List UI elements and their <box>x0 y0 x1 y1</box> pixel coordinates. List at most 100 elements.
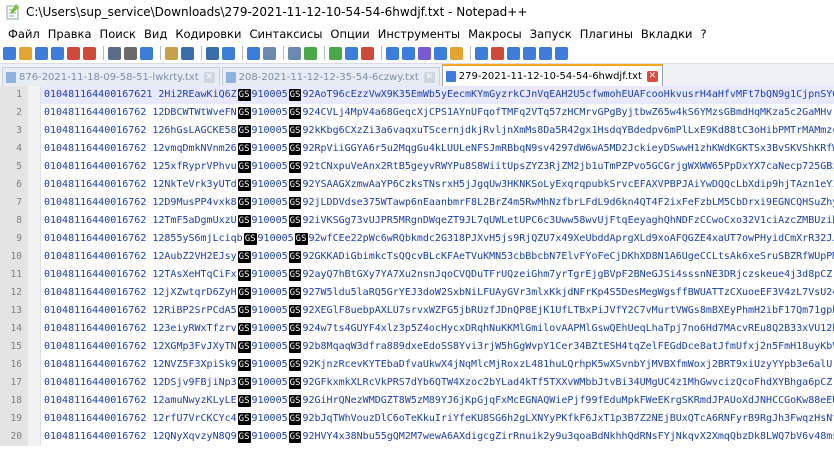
tab-0[interactable]: 876-2021-11-18-09-58-51-lwkrty.txt ✕ <box>2 67 220 86</box>
menu-item-11[interactable]: Вкладки <box>637 27 697 41</box>
editor-line[interactable]: 12 01048116440016762 12jXZwtqrD6ZyH GS 9100… <box>0 284 834 302</box>
toolbar-separator <box>160 46 161 60</box>
editor-line[interactable]: 16 01048116440016762 12NVZ5F3XpiSk9 GS 9100… <box>0 356 834 374</box>
play-multi-icon[interactable] <box>539 46 552 60</box>
code-text: 92iVKSGg73vUJPR5MRgnDWqeZT9JL7qUWLetUPC6… <box>302 215 834 226</box>
code-text: 910005 <box>251 269 288 280</box>
sync-v-icon[interactable] <box>304 46 317 60</box>
menu-item-5[interactable]: Синтаксисы <box>245 27 326 41</box>
editor-line[interactable]: 3 01048116440016762 126hGsLAGCKE58 GS 91000… <box>0 122 834 140</box>
line-number: 9 <box>0 230 28 248</box>
fold-margin <box>28 194 41 212</box>
paste-icon[interactable] <box>165 46 178 60</box>
play-icon[interactable] <box>523 46 536 60</box>
save-icon[interactable] <box>35 46 48 60</box>
gs-control-char: GS <box>288 251 302 263</box>
editor-line[interactable]: 9 01048116440016762 12855yS6mjLciqb GS 9100… <box>0 230 834 248</box>
menu-item-1[interactable]: Правка <box>44 27 96 41</box>
editor-line[interactable]: 20 01048116440016762 12QNyXqvzyN8Q9 GS 9100… <box>0 428 834 446</box>
file-icon <box>225 71 236 83</box>
print-icon[interactable] <box>108 46 121 60</box>
record-icon[interactable] <box>491 46 504 60</box>
gs-control-char: GS <box>288 305 302 317</box>
udl-icon[interactable] <box>402 46 415 60</box>
editor-line[interactable]: 18 01048116440016762 12amuNwyzKLyLE GS 9100… <box>0 392 834 410</box>
editor-line[interactable]: 10 01048116440016762 12AubZ2VH2EJsy GS 9100… <box>0 248 834 266</box>
menu-bar: Файл Правка Поиск Вид Кодировки Синтаксисы Опц… <box>0 24 834 43</box>
gs-control-char: GS <box>237 377 251 389</box>
close-tab-icon[interactable]: ✕ <box>646 70 658 82</box>
tab-1[interactable]: 208-2021-11-12-12-35-54-6czwy.txt ✕ <box>221 67 440 86</box>
undo-icon[interactable] <box>181 46 194 60</box>
menu-item-12[interactable]: ? <box>697 27 711 41</box>
line-content: 01048116440016762 12QNyXqvzyN8Q9 GS 910005… <box>41 428 834 446</box>
editor-line[interactable]: 13 01048116440016762 12RiBP2SrPCdA5 GS 9100… <box>0 302 834 320</box>
menu-item-4[interactable]: Кодировки <box>171 27 245 41</box>
editor-line[interactable]: 19 01048116440016762 12rfU7VrCKCYc4 GS 9100… <box>0 410 834 428</box>
redo-icon[interactable] <box>206 46 219 60</box>
close-all-icon[interactable] <box>83 46 96 60</box>
zoom-in-icon[interactable] <box>263 46 276 60</box>
code-text: 01048116440016762 12DSjv9FBjiNp3 <box>44 377 237 388</box>
find-icon[interactable] <box>222 46 235 60</box>
editor-line[interactable]: 17 01048116440016762 12DSjv9FBjiNp3 GS 9100… <box>0 374 834 392</box>
fold-margin <box>28 410 41 428</box>
all-chars-icon[interactable] <box>361 46 374 60</box>
open-icon[interactable] <box>19 46 32 60</box>
menu-item-6[interactable]: Опции <box>326 27 373 41</box>
sync-h-icon[interactable] <box>329 46 342 60</box>
line-content: 01048116440016762 126hGsLAGCKE58 GS 910005… <box>41 122 834 140</box>
monitor-icon[interactable] <box>475 46 488 60</box>
line-number: 18 <box>0 392 28 410</box>
editor-line[interactable]: 8 01048116440016762 12TmF5aDgmUxzU GS 91000… <box>0 212 834 230</box>
editor-line[interactable]: 14 01048116440016762 123eiyRWxTfzrv GS 9100… <box>0 320 834 338</box>
close-tab-icon[interactable]: ✕ <box>423 71 435 83</box>
editor-line[interactable]: 6 01048116440016762 12NkTeVrk3yUTd GS 91000… <box>0 176 834 194</box>
close-tab-icon[interactable]: ✕ <box>203 71 215 83</box>
toolbar-separator <box>103 46 104 60</box>
menu-item-7[interactable]: Инструменты <box>374 27 464 41</box>
gs-control-char: GS <box>237 359 251 371</box>
code-text: 92RpViiGGYA6r5u2MqgGu4kLUULeNFSJmRBbqN9s… <box>302 143 834 154</box>
tab-2[interactable]: 279-2021-11-12-10-54-54-6hwdjf.txt ✕ <box>441 64 663 86</box>
editor-line[interactable]: 11 01048116440016762 12TAsXeHTqCiFx GS 9100… <box>0 266 834 284</box>
toolbar-separator <box>381 46 382 60</box>
wrap-icon[interactable] <box>345 46 358 60</box>
line-number: 10 <box>0 248 28 266</box>
save-macro-icon[interactable] <box>555 46 568 60</box>
line-content: 01048116440016762 12NVZ5F3XpiSk9 GS 910005… <box>41 356 834 374</box>
menu-item-0[interactable]: Файл <box>4 27 44 41</box>
menu-item-3[interactable]: Вид <box>140 27 171 41</box>
doc-map-icon[interactable] <box>418 46 431 60</box>
editor-line[interactable]: 1 010481164400167621 2Hi2REawKiQ6Z GS 91000… <box>0 86 834 104</box>
zoom-out-icon[interactable] <box>288 46 301 60</box>
fold-margin <box>28 212 41 230</box>
code-text: 01048116440016762 125xfRyprVPhvu <box>44 161 237 172</box>
copy-icon[interactable] <box>140 46 153 60</box>
folder-icon[interactable] <box>450 46 463 60</box>
replace-icon[interactable] <box>247 46 260 60</box>
gs-control-char: GS <box>294 233 308 245</box>
code-text: 01048116440016762 12RiBP2SrPCdA5 <box>44 305 237 316</box>
line-number: 20 <box>0 428 28 446</box>
menu-item-8[interactable]: Макросы <box>464 27 526 41</box>
editor-line[interactable]: 4 01048116440016762 12vmqDmkNVnm26 GS 91000… <box>0 140 834 158</box>
stop-icon[interactable] <box>507 46 520 60</box>
func-list-icon[interactable] <box>434 46 447 60</box>
editor-line[interactable]: 2 01048116440016762 12DBCWTWtWveFN GS 91000… <box>0 104 834 122</box>
gs-control-char: GS <box>288 359 302 371</box>
editor-line[interactable]: 15 01048116440016762 12XGMp3FvJXyTN GS 9100… <box>0 338 834 356</box>
cut-icon[interactable] <box>124 46 137 60</box>
new-icon[interactable] <box>3 46 16 60</box>
code-text: 01048116440016762 12855yS6mjLciqb <box>44 233 243 244</box>
editor-line[interactable]: 5 01048116440016762 125xfRyprVPhvu GS 91000… <box>0 158 834 176</box>
code-text: 92wfCEe22pWc6wRQbkmdc2G318PJXvH5js9RjQZU… <box>308 233 834 244</box>
editor-line[interactable]: 7 01048116440016762 12D9MusPP4vxk8 GS 91000… <box>0 194 834 212</box>
save-all-icon[interactable] <box>51 46 64 60</box>
indent-guide-icon[interactable] <box>386 46 399 60</box>
close-icon[interactable] <box>67 46 80 60</box>
menu-item-9[interactable]: Запуск <box>526 27 576 41</box>
menu-item-2[interactable]: Поиск <box>96 27 140 41</box>
editor[interactable]: 1 010481164400167621 2Hi2REawKiQ6Z GS 91000… <box>0 86 834 451</box>
menu-item-10[interactable]: Плагины <box>576 27 637 41</box>
